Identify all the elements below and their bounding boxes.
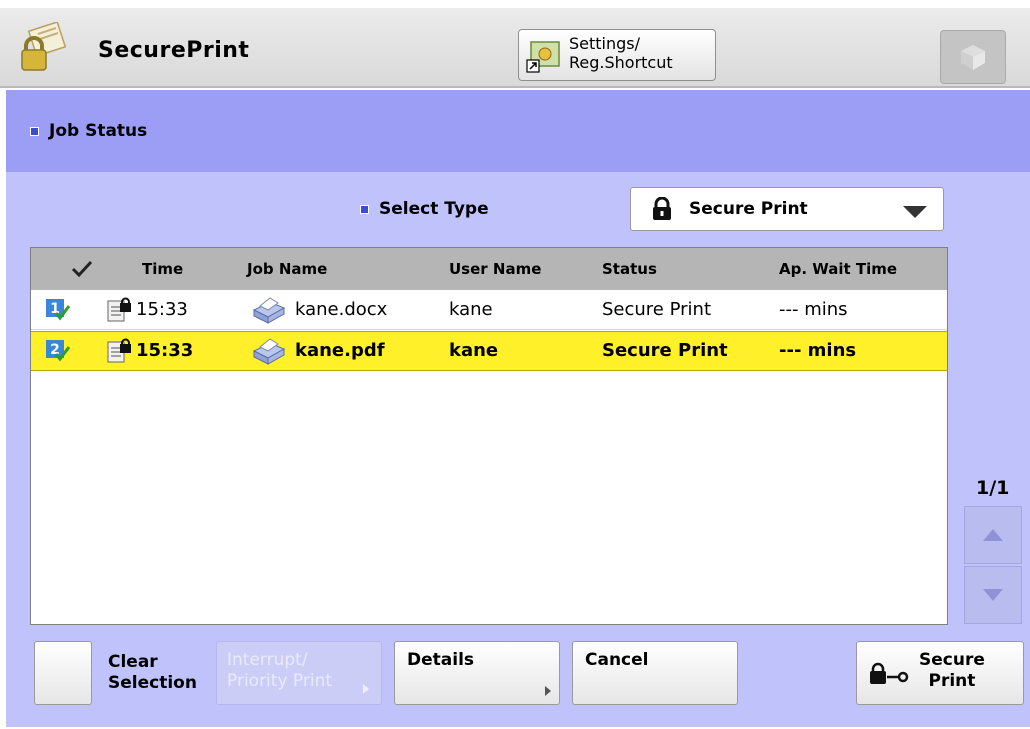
clear-selection-button[interactable]: Clear Selection [108, 652, 197, 694]
page-up-button[interactable] [964, 506, 1022, 564]
row-job-name: kane.docx [295, 299, 388, 320]
row-status: Secure Print [602, 340, 728, 361]
printer-icon [252, 297, 286, 324]
job-list: Time Job Name User Name Status Ap. Wait … [30, 247, 948, 625]
triangle-down-icon [983, 589, 1003, 601]
row-time: 15:33 [136, 299, 188, 320]
chevron-down-icon [903, 206, 927, 218]
page-indicator: 1/1 [976, 477, 1010, 499]
column-header-time[interactable]: Time [142, 260, 183, 278]
top-right-button[interactable] [940, 30, 1006, 84]
row-user-name: kane [449, 299, 493, 320]
job-status-band [6, 90, 1030, 172]
bullet-icon [30, 126, 39, 136]
printer-icon [252, 338, 286, 365]
cancel-label: Cancel [585, 650, 649, 670]
chevron-right-icon [363, 684, 369, 694]
job-status-label: Job Status [49, 121, 148, 141]
table-row[interactable]: 1 15:33 kane.docx kane Secure Print --- … [31, 291, 947, 330]
lock-key-icon [870, 662, 909, 684]
settings-shortcut-icon [526, 41, 560, 73]
page-down-button[interactable] [964, 566, 1022, 624]
lock-icon [653, 197, 671, 220]
secure-print-button[interactable]: Secure Print [856, 641, 1024, 705]
lock-document-icon [21, 22, 67, 71]
row-number-badge-icon: 1 [46, 299, 70, 321]
job-status-heading: Job Status [30, 121, 147, 141]
row-user-name: kane [449, 340, 499, 361]
row-job-name: kane.pdf [295, 340, 385, 361]
checkmark-header-icon [71, 260, 93, 278]
secure-document-icon [107, 338, 131, 363]
column-header-job-name[interactable]: Job Name [247, 260, 327, 278]
row-wait-time: --- mins [779, 299, 848, 320]
row-time: 15:33 [136, 340, 194, 361]
row-number-badge-icon: 2 [46, 340, 70, 362]
column-header-status[interactable]: Status [602, 260, 657, 278]
cube-icon [961, 45, 985, 70]
details-button[interactable]: Details [394, 641, 560, 705]
select-type-dropdown[interactable]: Secure Print [630, 187, 944, 231]
interrupt-priority-print-label: Interrupt/ Priority Print [227, 650, 333, 691]
select-type-label: Select Type [379, 199, 489, 219]
app-title: SecurePrint [98, 38, 250, 63]
row-status: Secure Print [602, 299, 712, 320]
triangle-up-icon [983, 529, 1003, 541]
chevron-right-icon [545, 686, 551, 696]
secure-print-label: Secure Print [919, 650, 985, 691]
settings-shortcut-label: Settings/ Reg.Shortcut [569, 34, 673, 72]
list-header: Time Job Name User Name Status Ap. Wait … [31, 248, 947, 290]
details-label: Details [407, 650, 475, 670]
select-all-button[interactable] [34, 641, 92, 705]
bullet-icon [360, 204, 369, 214]
header-bar: SecurePrint Settings/ Reg.Shortcut [0, 8, 1030, 88]
cancel-button[interactable]: Cancel [572, 641, 738, 705]
interrupt-priority-print-button[interactable]: Interrupt/ Priority Print [216, 641, 382, 705]
settings-shortcut-button[interactable]: Settings/ Reg.Shortcut [518, 29, 716, 81]
column-header-wait-time[interactable]: Ap. Wait Time [779, 260, 897, 278]
row-wait-time: --- mins [779, 340, 857, 361]
select-type-value: Secure Print [689, 199, 808, 219]
column-header-user-name[interactable]: User Name [449, 260, 541, 278]
select-type-heading: Select Type [360, 199, 489, 219]
table-row[interactable]: 2 15:33 kane.pdf kane Secure Print --- m… [31, 331, 947, 371]
secure-document-icon [107, 297, 131, 322]
